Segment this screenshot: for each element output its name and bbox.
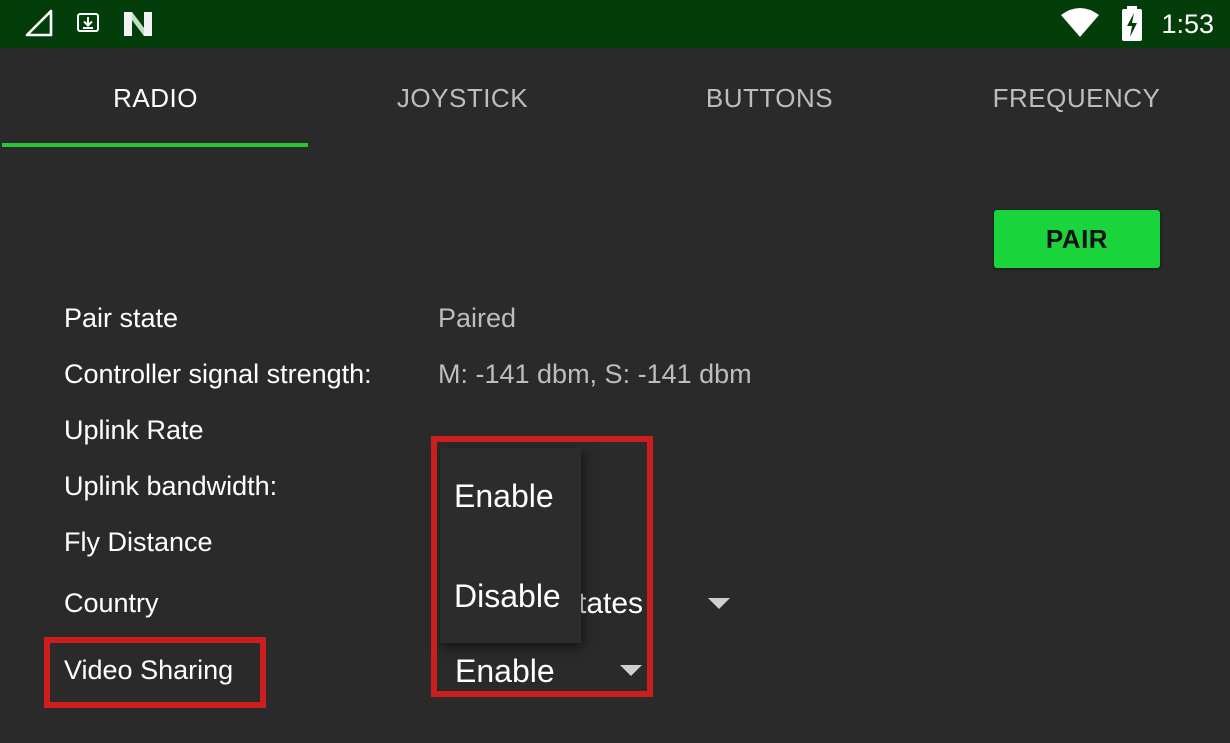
country-dropdown-arrow-icon[interactable] — [708, 598, 730, 609]
tab-joystick[interactable]: JOYSTICK — [309, 48, 616, 148]
video-sharing-dropdown-arrow-icon[interactable] — [620, 665, 642, 676]
video-sharing-label: Video Sharing — [64, 655, 234, 685]
pair-state-value: Paired — [438, 303, 517, 333]
dropdown-option-enable[interactable]: Enable — [454, 478, 554, 514]
app-root: 1:53 RADIO JOYSTICK BUTTONS FREQUENCY PA… — [0, 0, 1230, 743]
tab-buttons[interactable]: BUTTONS — [616, 48, 923, 148]
signal-strength-value: M: -141 dbm, S: -141 dbm — [438, 359, 752, 389]
uplink-rate-label: Uplink Rate — [64, 415, 204, 445]
pair-button[interactable]: PAIR — [994, 210, 1160, 268]
country-select-value[interactable]: tates — [578, 587, 643, 621]
wifi-icon — [1061, 8, 1099, 37]
tab-frequency[interactable]: FREQUENCY — [923, 48, 1230, 148]
download-icon — [77, 13, 99, 32]
active-tab-indicator — [2, 143, 308, 147]
app-n-icon — [124, 12, 152, 36]
fly-distance-label: Fly Distance — [64, 527, 213, 557]
clock-time: 1:53 — [1161, 9, 1214, 39]
tab-radio[interactable]: RADIO — [2, 48, 309, 148]
signal-icon — [25, 9, 53, 37]
video-sharing-dropdown-menu: Enable Disable — [440, 448, 581, 643]
country-label: Country — [64, 588, 159, 618]
battery-charging-icon — [1122, 6, 1142, 41]
video-sharing-select-value[interactable]: Enable — [455, 653, 555, 689]
status-bar: 1:53 — [0, 0, 1230, 48]
dropdown-option-disable[interactable]: Disable — [454, 578, 561, 614]
uplink-bandwidth-label: Uplink bandwidth: — [64, 471, 278, 501]
tab-bar: RADIO JOYSTICK BUTTONS FREQUENCY — [0, 48, 1230, 148]
signal-strength-label: Controller signal strength: — [64, 359, 372, 389]
pair-state-label: Pair state — [64, 303, 179, 333]
